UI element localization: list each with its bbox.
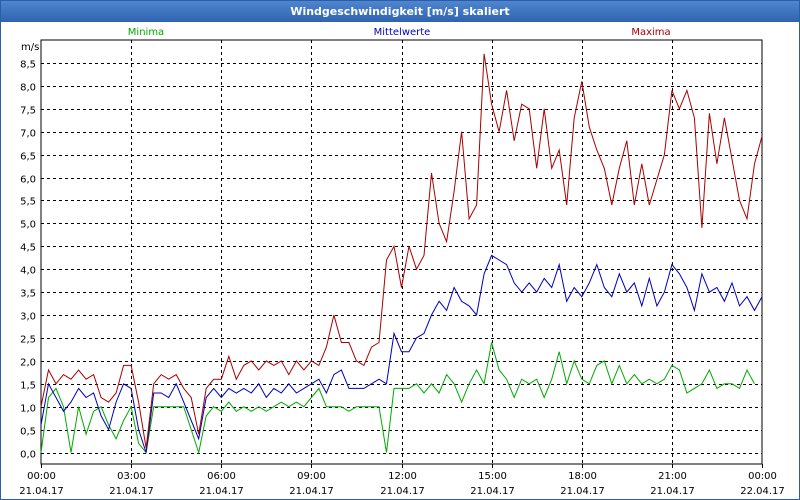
y-axis-label: m/s [21,42,39,53]
x-tick-date-label: 21.04.17 [19,486,64,497]
y-tick-label: 4,0 [20,266,36,277]
x-tick-date-label: 21.04.17 [109,486,154,497]
x-tick-date-label: 21.04.17 [650,486,695,497]
plot-area-frame [40,39,763,465]
legend-mittelwerte: Mittelwerte [374,27,431,38]
y-tick-label: 2,5 [20,335,36,346]
y-tick-label: 4,5 [20,243,36,254]
chart-svg: 0,0 0,5 1,0 1,5 2,0 2,5 3,0 3,5 4,0 4,5 5,0 5,5 6,0 6… [19,27,785,497]
y-tick-label: 7,5 [20,106,36,117]
y-tick-label: 6,5 [20,152,36,163]
x-tick-date-label: 21.04.17 [380,486,425,497]
x-tick-time-label: 09:00 [297,471,326,482]
x-tick-time-label: 21:00 [658,471,687,482]
x-tick-time-label: 18:00 [568,471,597,482]
legend-maxima: Maxima [631,27,670,38]
y-tick-label: 8,5 [20,60,36,71]
x-tick-time-label: 03:00 [117,471,146,482]
x-tick-time-label: 00:00 [748,471,777,482]
x-tick-time-label: 06:00 [207,471,236,482]
y-tick-label: 0,5 [20,427,36,438]
y-tick-label: 3,0 [20,312,36,323]
x-tick-date-label: 22.04.17 [740,486,785,497]
x-tick-date-label: 21.04.17 [470,486,515,497]
y-tick-label: 7,0 [20,129,36,140]
y-tick-label: 2,0 [20,358,36,369]
y-tick-label: 1,5 [20,381,36,392]
y-tick-label: 5,5 [20,197,36,208]
legend-minima: Minima [128,27,164,38]
y-tick-label: 1,0 [20,404,36,415]
x-tick-date-label: 21.04.17 [289,486,334,497]
y-tick-label: 3,5 [20,289,36,300]
x-tick-date-label: 21.04.17 [199,486,244,497]
y-tick-label: 8,0 [20,83,36,94]
x-tick-date-label: 21.04.17 [560,486,605,497]
x-tick-time-label: 15:00 [478,471,507,482]
x-tick-time-label: 00:00 [27,471,56,482]
y-tick-label: 5,0 [20,220,36,231]
x-tick-time-label: 12:00 [388,471,417,482]
y-tick-label: 0,0 [20,450,36,461]
y-tick-label: 6,0 [20,175,36,186]
